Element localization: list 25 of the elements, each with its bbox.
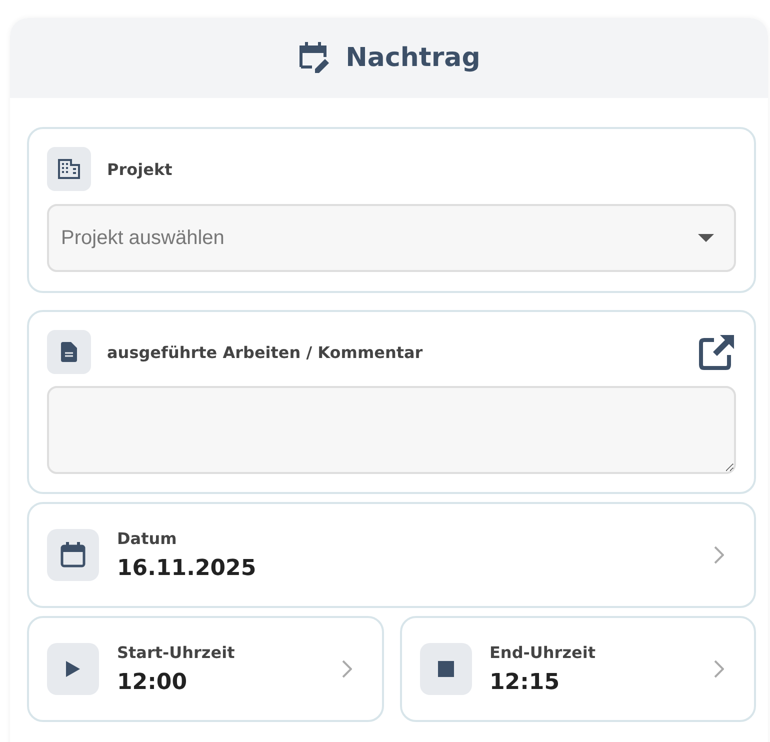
play-icon (66, 661, 80, 677)
time-value: 12:00 (117, 670, 188, 695)
stop-icon (438, 661, 454, 677)
document-icon (47, 330, 91, 374)
chevron-icon (714, 660, 724, 678)
time-label: Start-Uhrzeit (117, 643, 235, 662)
time-label: End-Uhrzeit (490, 643, 596, 662)
chevron-icon (342, 660, 352, 678)
calendar-edit-icon (298, 41, 332, 75)
chevron-icon (714, 546, 724, 564)
time-value: 12:15 (490, 670, 561, 695)
date-card[interactable]: Datum 16.11.2025 (27, 502, 756, 608)
project-label: Projekt (107, 160, 172, 178)
date-value: 16.11.2025 (117, 556, 256, 581)
caret-icon (698, 234, 714, 242)
time-card[interactable]: End-Uhrzeit 12:15 (400, 616, 756, 722)
date-label: Datum (117, 529, 178, 548)
page-title: Nachtrag (346, 43, 480, 73)
building-icon (47, 147, 91, 191)
comment-field[interactable] (47, 386, 736, 474)
comment-label: ausgeführte Arbeiten / Kommentar (107, 342, 423, 362)
project-dropdown[interactable]: Projekt auswählen (47, 204, 736, 272)
calendar-icon (47, 529, 99, 581)
external-link-icon[interactable] (698, 333, 736, 371)
time-card[interactable]: Start-Uhrzeit 12:00 (27, 616, 384, 722)
